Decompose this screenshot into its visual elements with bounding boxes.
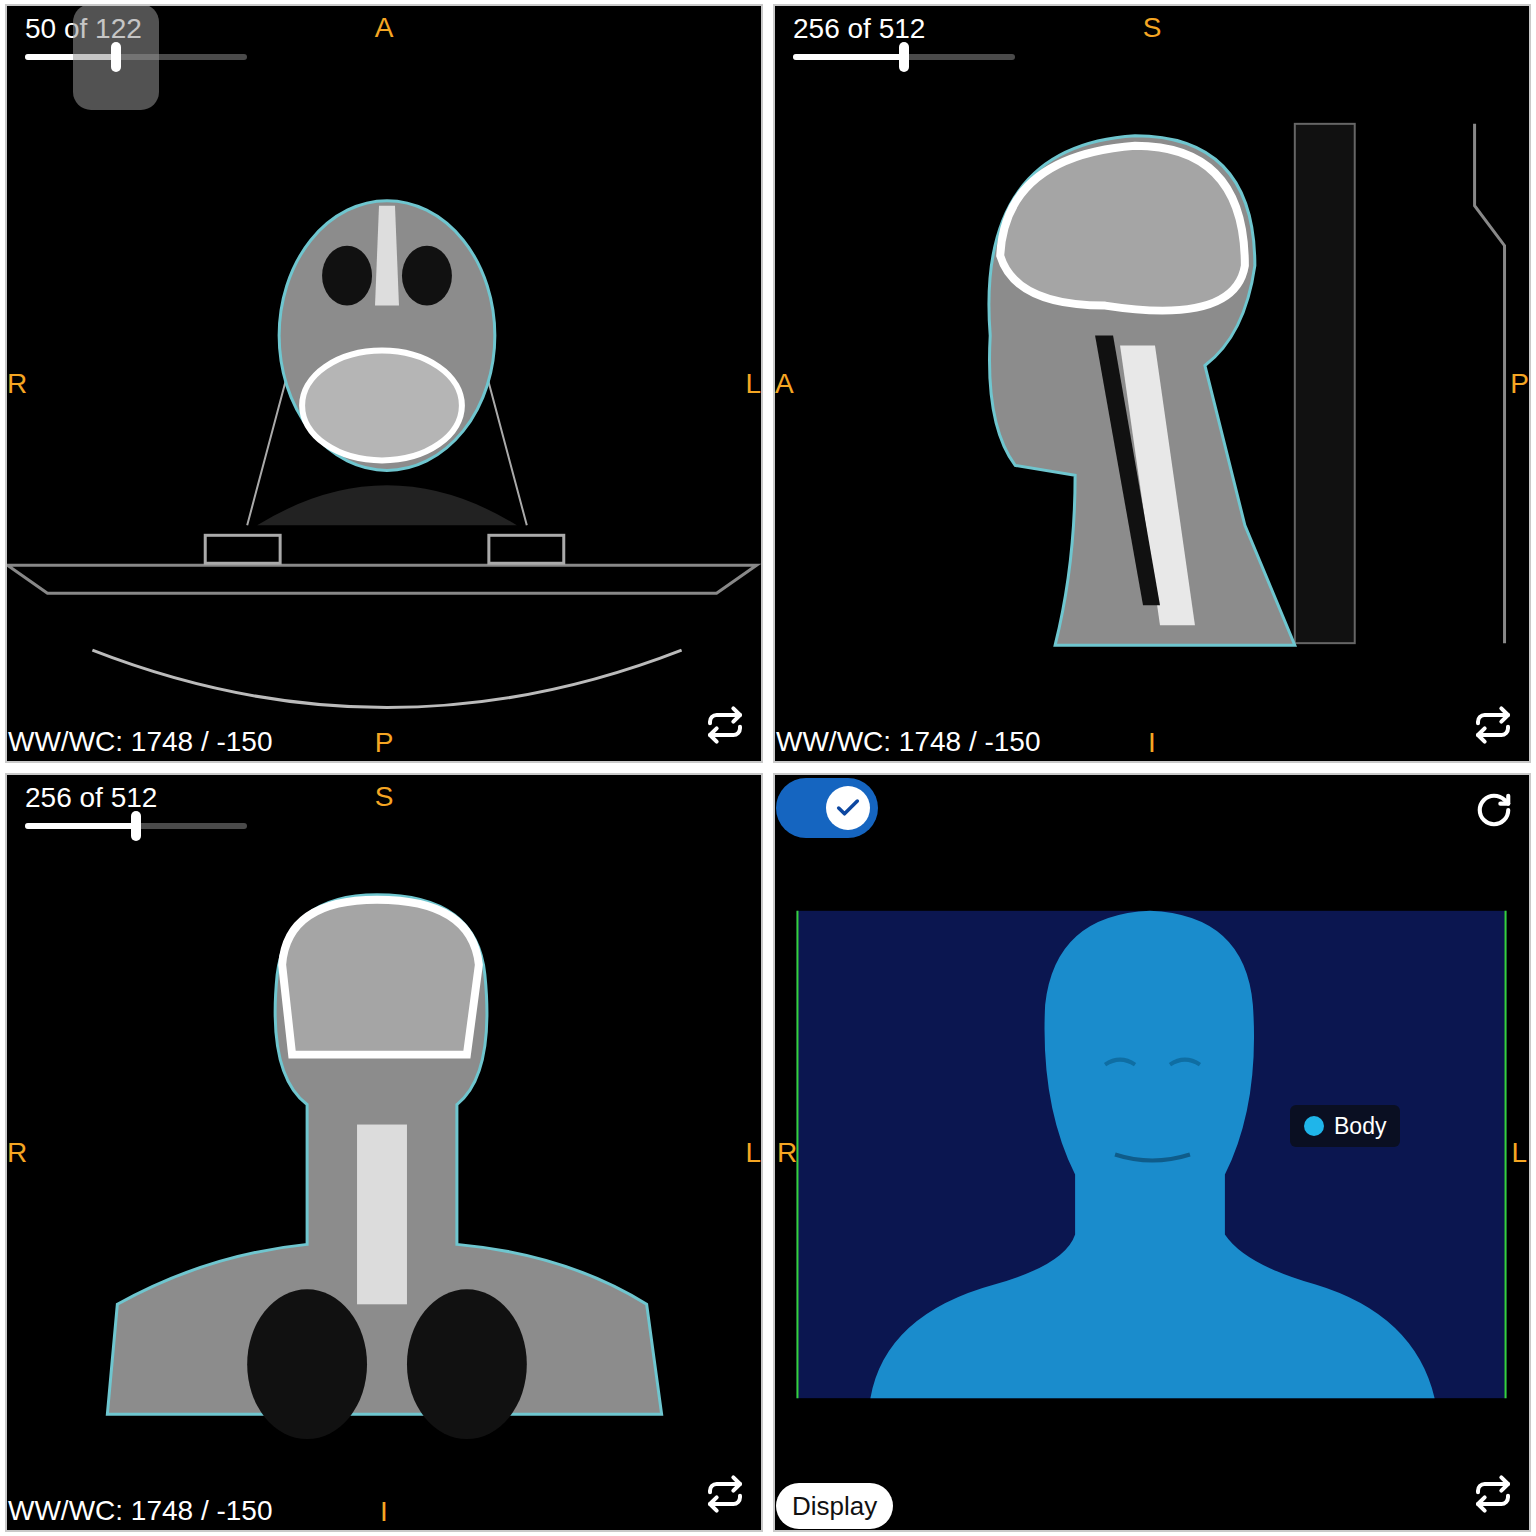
swap-icon: [1473, 705, 1513, 745]
reset-button[interactable]: [1473, 789, 1515, 831]
orientation-label: S: [375, 781, 394, 813]
reset-icon: [1475, 791, 1513, 829]
orientation-label: S: [1143, 12, 1162, 44]
orientation-label: P: [375, 727, 394, 759]
swap-button[interactable]: [703, 703, 747, 747]
orientation-label: I: [380, 1496, 388, 1528]
swap-button[interactable]: [1471, 1472, 1515, 1516]
slice-slider[interactable]: 256 of 512: [25, 781, 247, 829]
slider-track[interactable]: [25, 54, 247, 60]
swap-button[interactable]: [703, 1472, 747, 1516]
sagittal-viewport[interactable]: 256 of 512 S A P I WW/WC: 1748 / -150: [773, 4, 1531, 763]
ct-image[interactable]: [7, 775, 761, 1530]
orientation-label: P: [1510, 368, 1529, 400]
window-level: WW/WC: 1748 / -150: [8, 725, 273, 759]
orientation-label: R: [777, 1137, 797, 1169]
orientation-label: R: [7, 1137, 27, 1169]
orientation-label: A: [375, 12, 394, 44]
legend-dot: [1304, 1116, 1324, 1136]
orientation-label: L: [1511, 1137, 1527, 1169]
slider-track[interactable]: [793, 54, 1015, 60]
slice-slider[interactable]: 256 of 512: [793, 12, 1015, 60]
slider-thumb[interactable]: [899, 42, 909, 72]
toggle-knob: [826, 786, 870, 830]
slider-fill: [793, 54, 904, 60]
orientation-label: I: [1148, 727, 1156, 759]
slider-thumb[interactable]: [131, 811, 141, 841]
volume-viewport[interactable]: R L Body Display: [773, 773, 1531, 1532]
swap-icon: [705, 705, 745, 745]
slice-counter: 256 of 512: [793, 12, 1015, 46]
ct-image[interactable]: [7, 6, 761, 761]
orientation-label: A: [775, 368, 794, 400]
coronal-viewport[interactable]: 256 of 512 S R L I WW/WC: 1748 / -150: [5, 773, 763, 1532]
slice-counter: 256 of 512: [25, 781, 247, 815]
swap-icon: [1473, 1474, 1513, 1514]
slider-track[interactable]: [25, 823, 247, 829]
window-level: WW/WC: 1748 / -150: [776, 725, 1041, 759]
viewer-grid: 50 of 122ARLPWW/WC: 1748 / -150256 of 51…: [0, 0, 1536, 1536]
slider-fill: [25, 54, 116, 60]
slice-slider[interactable]: 50 of 122: [25, 12, 247, 60]
slider-thumb[interactable]: [111, 42, 121, 72]
check-icon: [834, 794, 862, 822]
axial-viewport[interactable]: 50 of 122 A R L P WW/WC: 1748 / -150: [5, 4, 763, 763]
swap-icon: [705, 1474, 745, 1514]
body-render[interactable]: [775, 775, 1529, 1530]
ct-image[interactable]: [775, 6, 1529, 761]
window-level: WW/WC: 1748 / -150: [8, 1494, 273, 1528]
orientation-label: R: [7, 368, 27, 400]
swap-button[interactable]: [1471, 703, 1515, 747]
display-button[interactable]: Display: [776, 1483, 893, 1529]
slice-counter: 50 of 122: [25, 12, 247, 46]
legend-item: Body: [1290, 1105, 1400, 1147]
render-toggle[interactable]: [776, 778, 878, 838]
orientation-label: L: [745, 1137, 761, 1169]
slider-fill: [25, 823, 136, 829]
orientation-label: L: [745, 368, 761, 400]
